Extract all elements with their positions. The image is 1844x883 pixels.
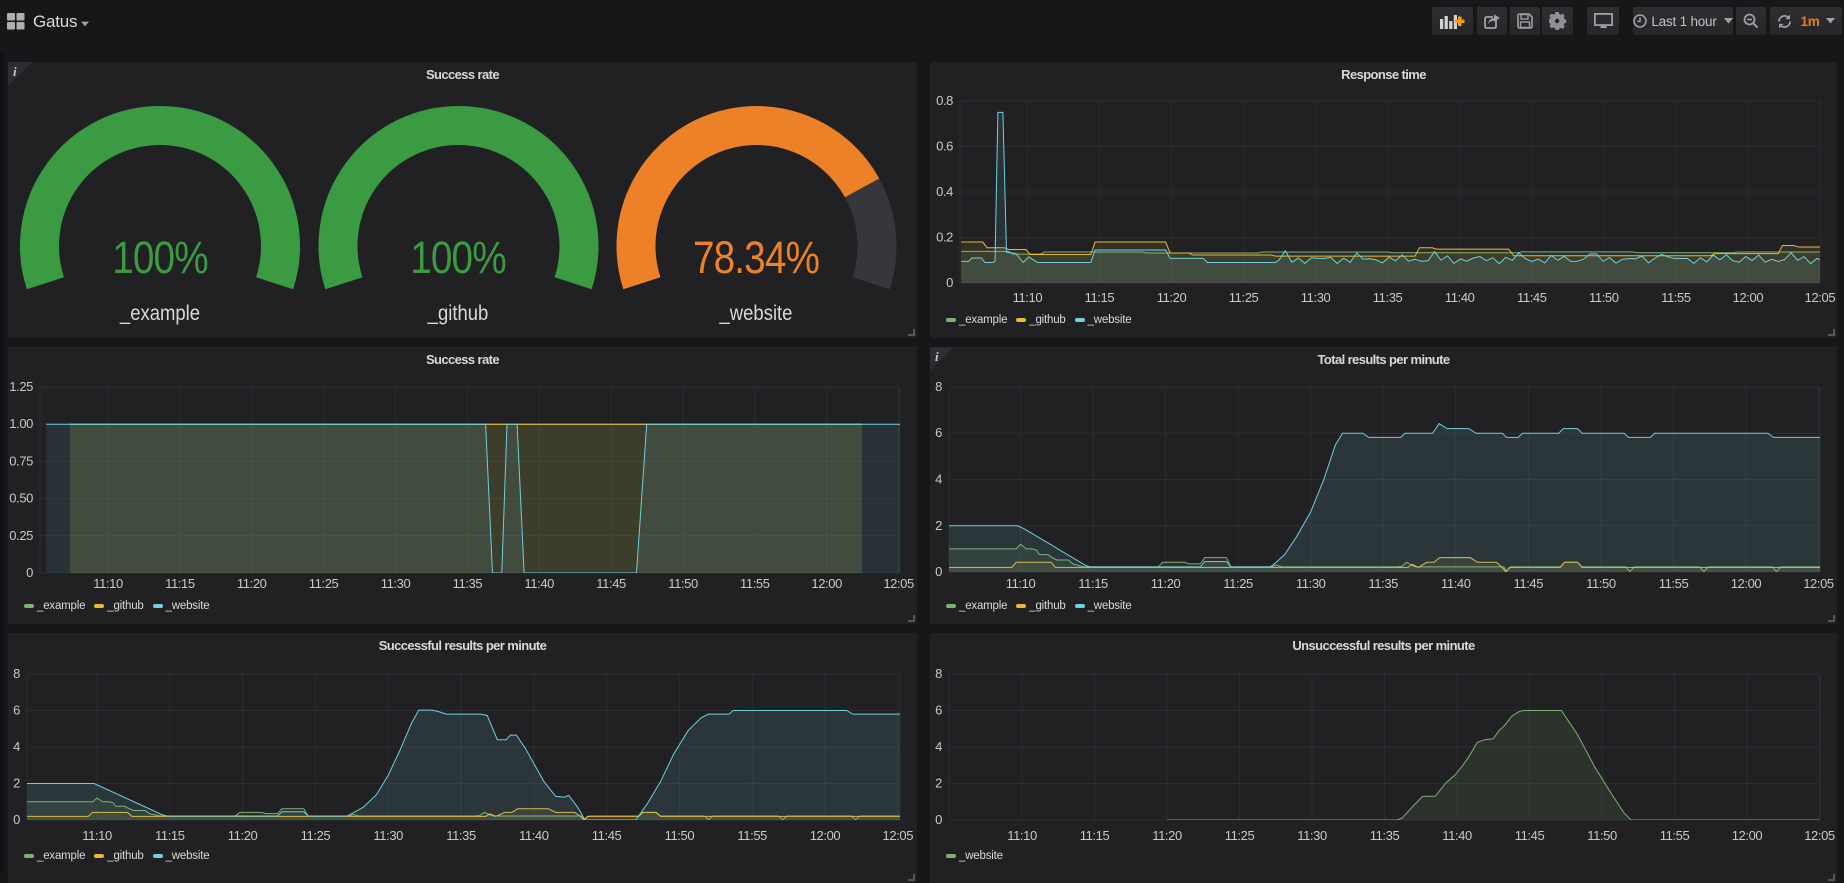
svg-text:11:45: 11:45: [596, 576, 626, 591]
svg-text:11:10: 11:10: [1006, 576, 1036, 591]
svg-text:0.2: 0.2: [936, 230, 953, 245]
svg-text:0: 0: [935, 812, 942, 827]
svg-text:11:40: 11:40: [1442, 828, 1472, 843]
svg-text:11:50: 11:50: [665, 828, 695, 843]
svg-text:0.4: 0.4: [936, 184, 953, 199]
svg-text:11:50: 11:50: [668, 576, 698, 591]
svg-text:11:55: 11:55: [1661, 290, 1691, 305]
svg-text:11:45: 11:45: [592, 828, 622, 843]
svg-text:11:15: 11:15: [1080, 828, 1110, 843]
svg-text:11:15: 11:15: [165, 576, 195, 591]
svg-text:11:20: 11:20: [228, 828, 258, 843]
svg-text:11:35: 11:35: [453, 576, 483, 591]
svg-text:11:15: 11:15: [1078, 576, 1108, 591]
svg-text:11:50: 11:50: [1586, 576, 1616, 591]
svg-text:12:00: 12:00: [1733, 290, 1764, 305]
svg-text:8: 8: [13, 666, 20, 681]
svg-text:11:25: 11:25: [309, 576, 339, 591]
svg-text:11:30: 11:30: [1301, 290, 1331, 305]
svg-text:11:55: 11:55: [1660, 828, 1690, 843]
svg-text:11:55: 11:55: [1659, 576, 1689, 591]
svg-text:11:20: 11:20: [237, 576, 267, 591]
svg-text:11:10: 11:10: [1007, 828, 1037, 843]
svg-text:11:25: 11:25: [1229, 290, 1259, 305]
svg-text:11:20: 11:20: [1152, 828, 1182, 843]
svg-text:11:40: 11:40: [524, 576, 554, 591]
svg-text:11:50: 11:50: [1589, 290, 1619, 305]
svg-text:11:25: 11:25: [301, 828, 331, 843]
svg-text:4: 4: [935, 739, 942, 754]
svg-text:11:45: 11:45: [1517, 290, 1547, 305]
svg-text:12:05: 12:05: [883, 576, 914, 591]
svg-text:12:05: 12:05: [883, 828, 914, 843]
svg-text:11:40: 11:40: [1445, 290, 1475, 305]
svg-text:12:05: 12:05: [1805, 290, 1836, 305]
svg-text:11:25: 11:25: [1223, 576, 1253, 591]
svg-text:2: 2: [13, 776, 20, 791]
svg-text:12:05: 12:05: [1804, 828, 1835, 843]
svg-text:2: 2: [935, 776, 942, 791]
svg-text:11:45: 11:45: [1514, 576, 1544, 591]
svg-text:0.50: 0.50: [9, 491, 33, 506]
svg-text:11:50: 11:50: [1587, 828, 1617, 843]
svg-text:12:05: 12:05: [1803, 576, 1834, 591]
svg-text:12:00: 12:00: [1731, 576, 1762, 591]
svg-text:0: 0: [26, 565, 33, 580]
svg-text:11:35: 11:35: [1368, 576, 1398, 591]
svg-text:6: 6: [935, 425, 942, 440]
svg-text:1.00: 1.00: [9, 416, 33, 431]
svg-text:6: 6: [935, 703, 942, 718]
svg-text:0: 0: [946, 275, 953, 290]
svg-text:0.25: 0.25: [9, 528, 33, 543]
svg-text:0.6: 0.6: [936, 139, 953, 154]
svg-text:2: 2: [935, 518, 942, 533]
svg-text:0: 0: [935, 564, 942, 579]
svg-text:0.75: 0.75: [9, 453, 33, 468]
svg-text:11:10: 11:10: [1013, 290, 1043, 305]
svg-text:11:20: 11:20: [1157, 290, 1187, 305]
svg-text:11:35: 11:35: [1373, 290, 1403, 305]
svg-text:0: 0: [13, 812, 20, 827]
svg-text:12:00: 12:00: [1732, 828, 1763, 843]
svg-text:8: 8: [935, 666, 942, 681]
svg-text:11:35: 11:35: [446, 828, 476, 843]
svg-text:11:25: 11:25: [1225, 828, 1255, 843]
svg-text:11:45: 11:45: [1515, 828, 1545, 843]
svg-text:12:00: 12:00: [811, 576, 842, 591]
svg-text:11:30: 11:30: [1297, 828, 1327, 843]
svg-text:11:20: 11:20: [1151, 576, 1181, 591]
svg-text:4: 4: [13, 739, 20, 754]
svg-text:11:10: 11:10: [82, 828, 112, 843]
svg-text:4: 4: [935, 472, 942, 487]
svg-text:11:40: 11:40: [1441, 576, 1471, 591]
svg-text:11:15: 11:15: [1085, 290, 1115, 305]
svg-text:11:30: 11:30: [373, 828, 403, 843]
svg-text:11:30: 11:30: [1296, 576, 1326, 591]
svg-text:11:40: 11:40: [519, 828, 549, 843]
svg-text:11:15: 11:15: [155, 828, 185, 843]
svg-text:12:00: 12:00: [810, 828, 841, 843]
svg-text:8: 8: [935, 379, 942, 394]
svg-text:11:10: 11:10: [93, 576, 123, 591]
svg-text:6: 6: [13, 703, 20, 718]
svg-text:11:35: 11:35: [1370, 828, 1400, 843]
svg-text:11:30: 11:30: [381, 576, 411, 591]
svg-text:0.8: 0.8: [936, 93, 953, 108]
svg-text:11:55: 11:55: [737, 828, 767, 843]
svg-text:11:55: 11:55: [740, 576, 770, 591]
svg-text:1.25: 1.25: [9, 379, 33, 394]
